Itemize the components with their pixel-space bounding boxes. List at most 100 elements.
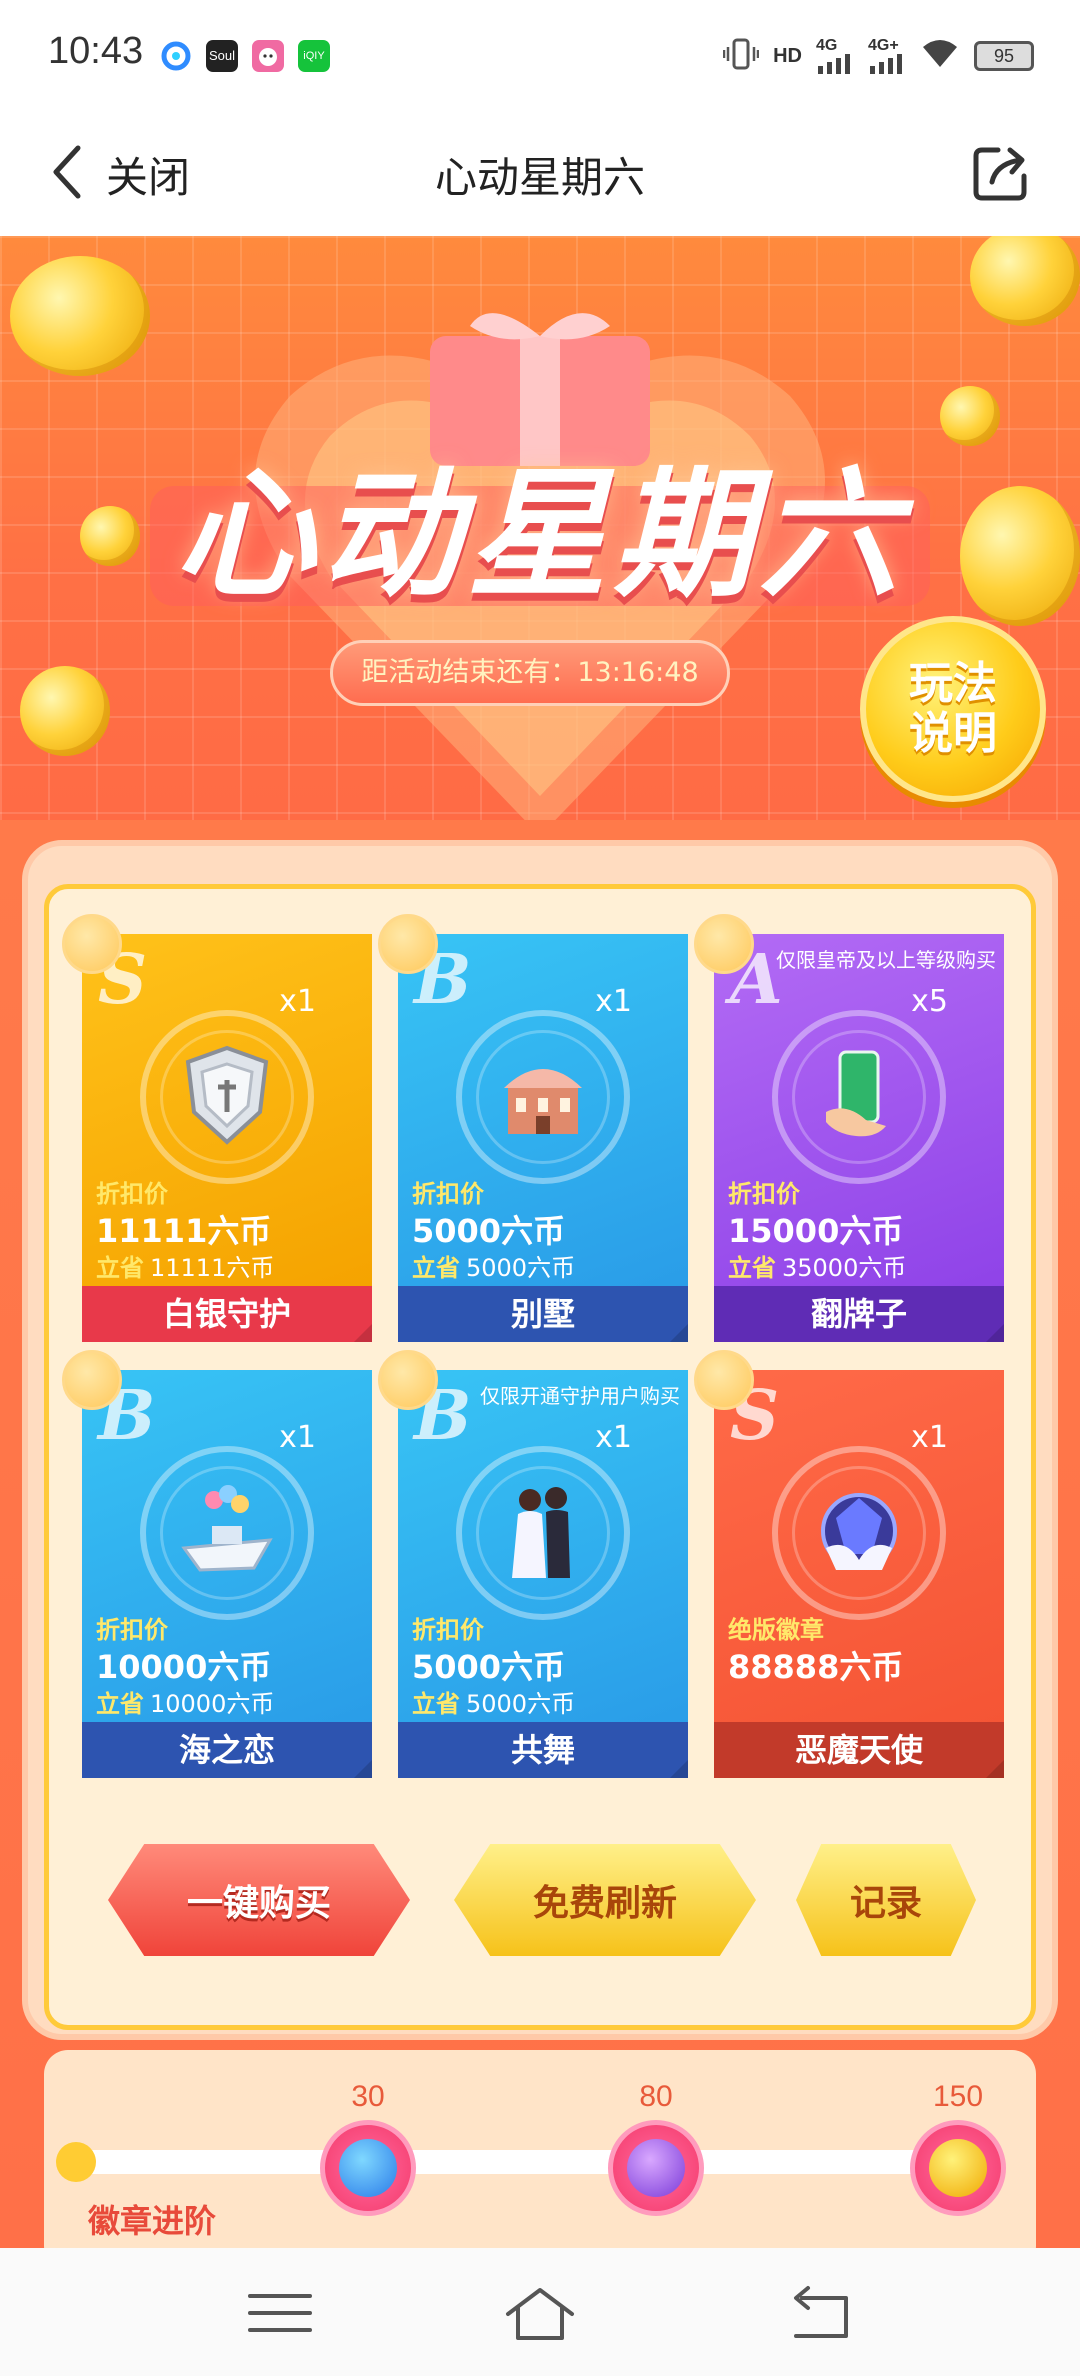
yacht-icon: [181, 1485, 273, 1572]
signal-2-group: 4G+: [868, 38, 906, 74]
purple-sword-badge-icon[interactable]: [608, 2120, 704, 2216]
savings: 立省 5000六币: [412, 1684, 575, 1719]
gold-coin-decoration: [20, 666, 110, 756]
quantity: x1: [279, 1420, 316, 1455]
badge-inner: [339, 2139, 397, 2197]
silver-guard-shield-icon: [185, 1045, 269, 1145]
price-label: 折扣价: [728, 1180, 800, 1208]
event-banner: 心动星期六 距活动结束还有：13:16:48 玩法说明: [0, 236, 1080, 856]
gold-coin-decoration: [80, 506, 140, 566]
card-body: S x1 折扣价 11111六币 立省 11111六币: [82, 934, 372, 1286]
item-card-dance[interactable]: B 仅限开通守护用户购买 x1 折扣价 5000六币 立省 5000六币 共舞: [398, 1370, 688, 1778]
system-navigation-bar: [0, 2248, 1080, 2376]
banner-title: 心动星期六: [174, 454, 905, 617]
item-name: 恶魔天使: [714, 1722, 1004, 1778]
card-corner-fold: [670, 1324, 688, 1342]
badge-inner: [929, 2139, 987, 2197]
gold-crown-badge-icon[interactable]: [910, 2120, 1006, 2216]
share-button[interactable]: [970, 140, 1034, 204]
savings: 立省 10000六币: [96, 1684, 274, 1719]
rules-button[interactable]: 玩法说明: [860, 616, 1046, 802]
discount-price: 5000六币: [412, 1648, 566, 1686]
save-value: 5000六币: [466, 1254, 576, 1282]
pink-app-icon: [252, 40, 284, 72]
save-value: 10000六币: [150, 1690, 275, 1718]
price-label: 折扣价: [412, 1616, 484, 1644]
savings: 立省 5000六币: [412, 1248, 575, 1283]
price-label: 绝版徽章: [728, 1616, 824, 1644]
card-body: B x1 折扣价 5000六币 立省 5000六币: [398, 934, 688, 1286]
status-icons: HD 4G 4G+ 95: [722, 36, 1034, 76]
milestone-value: 80: [639, 2080, 673, 2113]
card-body: B 仅限开通守护用户购买 x1 折扣价 5000六币 立省 5000六币: [398, 1370, 688, 1722]
save-value: 35000六币: [782, 1254, 907, 1282]
item-card-sea-love[interactable]: B x1 折扣价 10000六币 立省 10000六币 海之恋: [82, 1370, 372, 1778]
signal-1-group: 4G: [816, 38, 854, 74]
badge-inner: [627, 2139, 685, 2197]
page-title: 心动星期六: [434, 153, 645, 202]
record-button[interactable]: 记录: [796, 1844, 976, 1956]
item-card-flip-card[interactable]: A 仅限皇帝及以上等级购买 x5 折扣价 15000六币 立省 35000六币 翻…: [714, 934, 1004, 1342]
item-card-silver-guard[interactable]: S x1 折扣价 11111六币 立省 11111六币 白银守护: [82, 934, 372, 1342]
discount-price: 10000六币: [96, 1648, 272, 1686]
item-name: 白银守护: [82, 1286, 372, 1342]
card-body: A 仅限皇帝及以上等级购买 x5 折扣价 15000六币 立省 35000六币: [714, 934, 1004, 1286]
tablet-card-icon: [826, 1050, 886, 1137]
save-label: 立省: [728, 1254, 776, 1282]
share-icon: [973, 147, 1027, 201]
net-type-2: 4G+: [868, 37, 899, 54]
card-body: S x1 绝版徽章 88888六币: [714, 1370, 1004, 1722]
card-corner-fold: [354, 1324, 372, 1342]
signal-bars-icon: [818, 54, 850, 74]
card-corner-dot: [694, 914, 754, 974]
buy-all-button[interactable]: 一键购买: [108, 1844, 410, 1956]
purchase-restriction-note: 仅限皇帝及以上等级购买: [776, 948, 996, 972]
save-value: 5000六币: [466, 1690, 576, 1718]
clock: 10:43: [48, 30, 144, 72]
countdown-timer: 距活动结束还有：13:16:48: [330, 640, 730, 706]
card-corner-fold: [986, 1324, 1004, 1342]
blue-shield-badge-icon[interactable]: [320, 2120, 416, 2216]
rules-button-label: 玩法说明: [909, 658, 997, 759]
item-card-villa[interactable]: B x1 折扣价 5000六币 立省 5000六币 别墅: [398, 934, 688, 1342]
save-label: 立省: [96, 1690, 144, 1718]
item-card-demon-angel[interactable]: S x1 绝版徽章 88888六币 恶魔天使: [714, 1370, 1004, 1778]
quantity: x5: [911, 984, 948, 1019]
card-corner-dot: [62, 914, 122, 974]
save-value: 11111六币: [150, 1254, 275, 1282]
gold-coin-decoration: [960, 486, 1080, 626]
demon-angel-badge-icon: [821, 1493, 897, 1570]
net-type-1: 4G: [816, 37, 838, 54]
milestone-value: 30: [351, 2080, 385, 2113]
back-arrow-icon: [794, 2286, 848, 2338]
hd-label: HD: [773, 44, 802, 67]
discount-price: 11111六币: [96, 1212, 272, 1250]
gold-coin-decoration: [940, 386, 1000, 446]
card-corner-fold: [670, 1760, 688, 1778]
back-button[interactable]: [782, 2278, 862, 2348]
save-label: 立省: [412, 1690, 460, 1718]
iqiyi-app-icon: iQIY: [298, 40, 330, 72]
menu-icon: [248, 2294, 312, 2332]
badge-progress-track: [70, 2150, 1000, 2174]
home-button[interactable]: [500, 2278, 580, 2348]
quantity: x1: [279, 984, 316, 1019]
badge-progress-label: 徽章进阶: [88, 2202, 217, 2240]
badge-progress-start-dot: [56, 2142, 96, 2182]
savings: 立省 35000六币: [728, 1248, 906, 1283]
battery-indicator: 95: [974, 41, 1034, 71]
price: 88888六币: [728, 1648, 904, 1686]
soul-app-icon: Soul: [206, 40, 238, 72]
price-label: 折扣价: [96, 1616, 168, 1644]
menu-button[interactable]: [240, 2278, 320, 2348]
discount-price: 15000六币: [728, 1212, 904, 1250]
villa-icon: [504, 1069, 582, 1134]
card-corner-dot: [62, 1350, 122, 1410]
card-corner-dot: [694, 1350, 754, 1410]
free-refresh-button[interactable]: 免费刷新: [454, 1844, 756, 1956]
status-bar: 10:43 Soul iQIY HD 4G 4G+ 95: [0, 0, 1080, 110]
card-corner-fold: [986, 1760, 1004, 1778]
item-name: 海之恋: [82, 1722, 372, 1778]
item-name: 别墅: [398, 1286, 688, 1342]
savings: 立省 11111六币: [96, 1248, 274, 1283]
